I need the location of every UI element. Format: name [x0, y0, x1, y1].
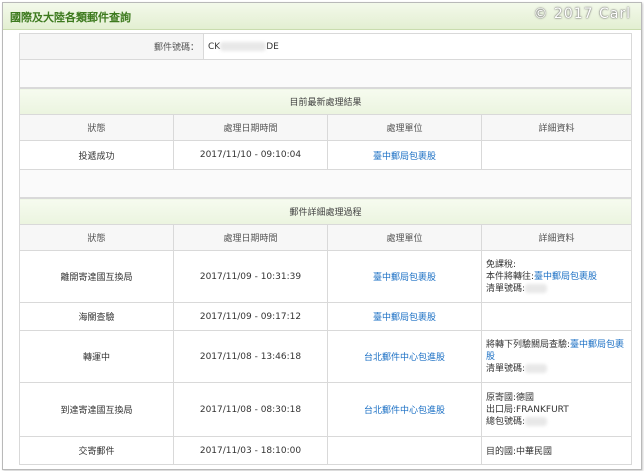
status-cell: 交寄郵件: [19, 436, 174, 465]
unit-link[interactable]: 臺中郵局包裹股: [373, 152, 436, 162]
datetime-cell: 2017/11/03 - 18:10:00: [173, 436, 328, 465]
latest-section-title: 目前最新處理結果: [18, 88, 633, 115]
detail-line: 本件將轉往:臺中郵局包裹股: [486, 271, 598, 282]
detail-line: 總包號碼:: [486, 416, 627, 428]
unit-link[interactable]: 臺中郵局包裹股: [373, 313, 436, 323]
page-title: 國際及大陸各類郵件查詢: [10, 11, 131, 24]
redacted-number: [525, 283, 548, 293]
detail-line: 將轉下列驗關局查驗:臺中郵局包裹股: [486, 339, 625, 362]
detail-cell: [480, 140, 633, 170]
table-row: 轉運中 2017/11/08 - 13:46:18 台北郵件中心包進股 將轉下列…: [19, 330, 633, 383]
history-section-title: 郵件詳細處理過程: [18, 198, 633, 225]
column-header-status: 狀態: [19, 224, 174, 251]
app-window: 國際及大陸各類郵件查詢 © 2017 Carl 郵件號碼： CK DE 目前最新處…: [2, 2, 642, 470]
unit-cell: 台北郵件中心包進股: [327, 382, 482, 437]
title-bar: 國際及大陸各類郵件查詢 © 2017 Carl: [3, 3, 641, 30]
status-cell: 到達寄達國互換局: [19, 382, 174, 437]
detail-line: 免課稅:: [486, 259, 517, 270]
status-cell: 投遞成功: [19, 140, 174, 170]
datetime-cell: 2017/11/09 - 09:17:12: [173, 302, 328, 331]
unit-cell: 臺中郵局包裹股: [327, 250, 482, 303]
detail-line: 清單號碼:: [486, 283, 627, 295]
tracking-number-label: 郵件號碼：: [19, 33, 204, 60]
unit-cell: 台北郵件中心包進股: [327, 330, 482, 383]
latest-status-table: 目前最新處理結果 狀態 處理日期時間 處理單位 詳細資料 投遞成功 2017/1…: [18, 88, 633, 198]
datetime-cell: 2017/11/09 - 10:31:39: [173, 250, 328, 303]
column-header-unit: 處理單位: [327, 224, 482, 251]
redacted-number: [220, 41, 267, 51]
spacer-row: [18, 169, 633, 198]
table-row: 投遞成功 2017/11/10 - 09:10:04 臺中郵局包裹股: [19, 140, 633, 170]
results-panel: 郵件號碼： CK DE 目前最新處理結果 狀態 處理日期時間 處理單位 詳細資料 …: [18, 33, 633, 465]
detail-cell: 原寄國:德國 出口局:FRANKFURT 總包號碼:: [480, 382, 633, 437]
status-cell: 轉運中: [19, 330, 174, 383]
unit-cell: 臺中郵局包裹股: [327, 140, 482, 170]
redacted-number: [525, 416, 548, 426]
table-row: 交寄郵件 2017/11/03 - 18:10:00 目的國:中華民國: [19, 436, 633, 465]
detail-line: 出口局:FRANKFURT: [486, 404, 569, 415]
copyright-watermark: © 2017 Carl: [533, 6, 631, 22]
table-row: 海關查驗 2017/11/09 - 09:17:12 臺中郵局包裹股: [19, 302, 633, 331]
tracking-number-table: 郵件號碼： CK DE: [19, 33, 632, 88]
history-table: 郵件詳細處理過程 狀態 處理日期時間 處理單位 詳細資料 離開寄達國互換局 20…: [18, 198, 633, 465]
unit-link[interactable]: 台北郵件中心包進股: [364, 406, 445, 416]
column-header-datetime: 處理日期時間: [173, 114, 328, 141]
unit-cell: 臺中郵局包裹股: [327, 302, 482, 331]
unit-cell: [327, 436, 482, 465]
status-cell: 離開寄達國互換局: [19, 250, 174, 303]
column-header-unit: 處理單位: [327, 114, 482, 141]
column-header-datetime: 處理日期時間: [173, 224, 328, 251]
column-header-detail: 詳細資料: [480, 224, 633, 251]
datetime-cell: 2017/11/08 - 13:46:18: [173, 330, 328, 383]
unit-link[interactable]: 臺中郵局包裹股: [373, 273, 436, 283]
detail-line: 原寄國:德國: [486, 392, 535, 403]
status-cell: 海關查驗: [19, 302, 174, 331]
detail-cell: 將轉下列驗關局查驗:臺中郵局包裹股 清單號碼:: [480, 330, 633, 383]
spacer-row: [19, 59, 632, 88]
detail-cell: 目的國:中華民國: [480, 436, 633, 465]
datetime-cell: 2017/11/10 - 09:10:04: [173, 140, 328, 170]
detail-cell: 免課稅: 本件將轉往:臺中郵局包裹股 清單號碼:: [480, 250, 633, 303]
detail-line: 清單號碼:: [486, 363, 627, 375]
table-row: 到達寄達國互換局 2017/11/08 - 08:30:18 台北郵件中心包進股…: [19, 382, 633, 437]
column-header-detail: 詳細資料: [480, 114, 633, 141]
transfer-unit-link[interactable]: 臺中郵局包裹股: [534, 272, 597, 282]
redacted-number: [525, 363, 548, 373]
column-header-status: 狀態: [19, 114, 174, 141]
tracking-number-value: CK DE: [203, 33, 632, 60]
table-row: 離開寄達國互換局 2017/11/09 - 10:31:39 臺中郵局包裹股 免…: [19, 250, 633, 303]
datetime-cell: 2017/11/08 - 08:30:18: [173, 382, 328, 437]
detail-cell: [480, 302, 633, 331]
unit-link[interactable]: 台北郵件中心包進股: [364, 353, 445, 363]
